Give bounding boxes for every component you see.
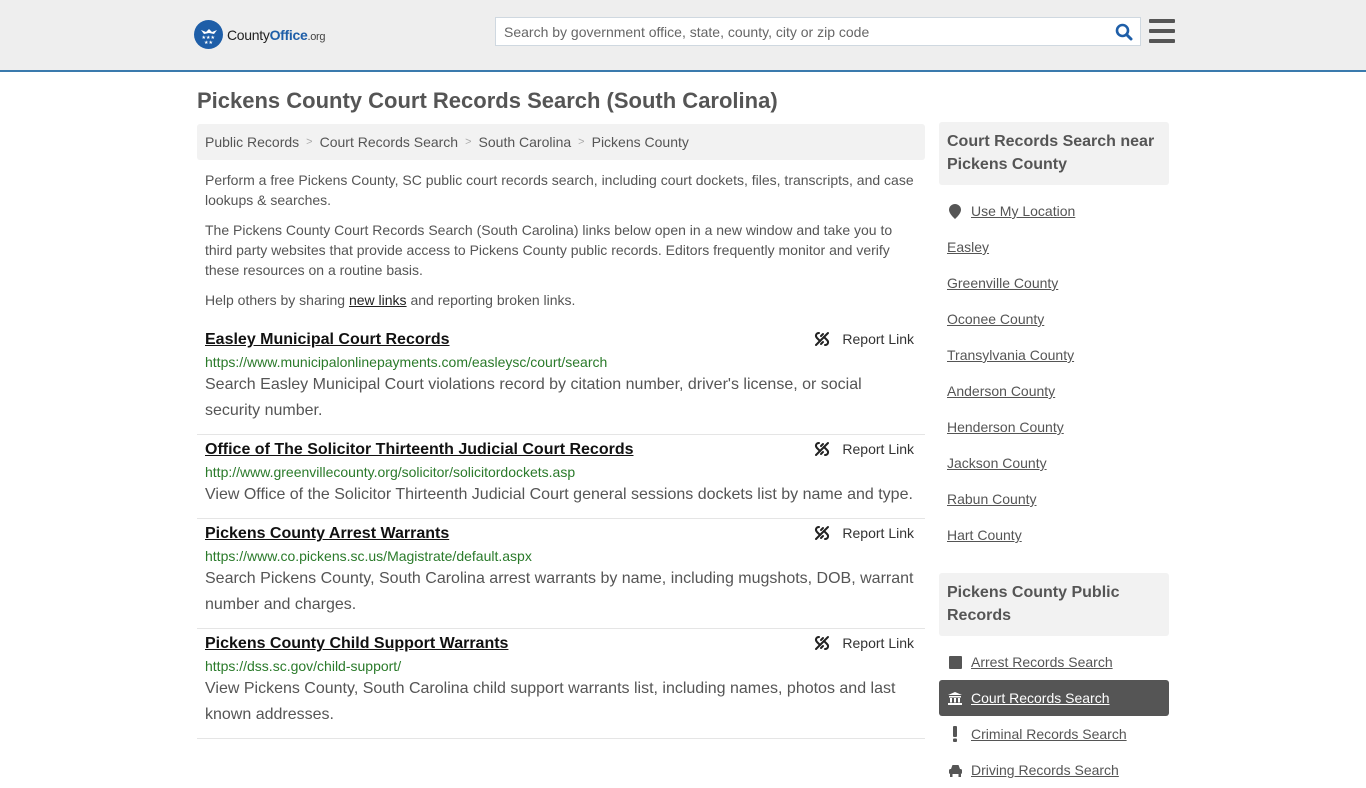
result-title-link[interactable]: Pickens County Arrest Warrants xyxy=(205,524,449,544)
result-title-link[interactable]: Office of The Solicitor Thirteenth Judic… xyxy=(205,440,634,460)
intro-text: Perform a free Pickens County, SC public… xyxy=(205,170,920,320)
logo-wordmark: CountyOffice.org xyxy=(227,26,326,43)
search-icon xyxy=(1115,23,1133,40)
broken-link-icon xyxy=(815,526,830,540)
nearby-link-oconee-county[interactable]: Oconee County xyxy=(947,311,1044,327)
report-link-button[interactable]: Report Link xyxy=(814,635,914,651)
broken-link-icon xyxy=(815,442,830,456)
nearby-link-anderson-county[interactable]: Anderson County xyxy=(947,383,1055,399)
result-item: Easley Municipal Court Records Report Li… xyxy=(197,325,925,435)
result-item: Pickens County Arrest Warrants Report Li… xyxy=(197,519,925,629)
nearby-link-hart-county[interactable]: Hart County xyxy=(947,527,1022,543)
report-link-button[interactable]: Report Link xyxy=(814,525,914,541)
nearby-item: Hart County xyxy=(939,517,1169,553)
eagle-logo-icon: ★★★ ★★ xyxy=(194,20,223,49)
breadcrumb-separator-icon: > xyxy=(578,136,585,148)
breadcrumb-court-records-search[interactable]: Court Records Search xyxy=(320,134,459,150)
nearby-link-greenville-county[interactable]: Greenville County xyxy=(947,275,1058,291)
nearby-item: Jackson County xyxy=(939,445,1169,481)
nearby-heading: Court Records Search near Pickens County xyxy=(939,122,1169,185)
intro-paragraph: Perform a free Pickens County, SC public… xyxy=(205,172,914,208)
car-icon xyxy=(947,764,963,777)
court-records-link[interactable]: Court Records Search xyxy=(971,690,1110,706)
search-bar xyxy=(495,17,1141,46)
square-icon xyxy=(947,655,963,669)
nearby-item: Henderson County xyxy=(939,409,1169,445)
breadcrumb-pickens-county[interactable]: Pickens County xyxy=(592,134,689,150)
broken-link-icon xyxy=(815,636,830,650)
public-records-item-active: Court Records Search xyxy=(939,680,1169,716)
search-button[interactable] xyxy=(1108,18,1140,45)
public-records-list: Arrest Records Search Court Records Sear… xyxy=(939,644,1169,788)
result-description: View Office of the Solicitor Thirteenth … xyxy=(205,486,913,503)
driving-records-link[interactable]: Driving Records Search xyxy=(971,762,1119,778)
result-url: http://www.greenvillecounty.org/solicito… xyxy=(205,464,576,480)
new-links-link[interactable]: new links xyxy=(349,292,407,308)
report-link-button[interactable]: Report Link xyxy=(814,331,914,347)
nearby-link-henderson-county[interactable]: Henderson County xyxy=(947,419,1064,435)
nearby-link-rabun-county[interactable]: Rabun County xyxy=(947,491,1037,507)
result-item: Office of The Solicitor Thirteenth Judic… xyxy=(197,435,925,519)
nearby-link-transylvania-county[interactable]: Transylvania County xyxy=(947,347,1074,363)
nearby-link-jackson-county[interactable]: Jackson County xyxy=(947,455,1047,471)
result-url: https://dss.sc.gov/child-support/ xyxy=(205,658,402,674)
result-url: https://www.municipalonlinepayments.com/… xyxy=(205,354,608,370)
page-title: Pickens County Court Records Search (Sou… xyxy=(197,88,778,113)
report-link-button[interactable]: Report Link xyxy=(814,441,914,457)
result-item: Pickens County Child Support Warrants Re… xyxy=(197,629,925,739)
public-records-item: Criminal Records Search xyxy=(939,716,1169,752)
breadcrumb-separator-icon: > xyxy=(306,136,313,148)
share-links-paragraph: Help others by sharing new links and rep… xyxy=(205,292,576,308)
site-logo[interactable]: ★★★ ★★ CountyOffice.org xyxy=(194,20,326,49)
hamburger-menu-icon[interactable] xyxy=(1149,19,1175,43)
exclamation-icon xyxy=(947,726,963,742)
breadcrumb-separator-icon: > xyxy=(465,136,472,148)
result-description: View Pickens County, South Carolina chil… xyxy=(205,680,896,723)
nearby-link-easley[interactable]: Easley xyxy=(947,239,989,255)
public-records-item: Arrest Records Search xyxy=(939,644,1169,680)
breadcrumb-south-carolina[interactable]: South Carolina xyxy=(479,134,572,150)
nearby-item: Oconee County xyxy=(939,301,1169,337)
sidebar: Court Records Search near Pickens County… xyxy=(939,122,1169,788)
nearby-list: Use My Location Easley Greenville County… xyxy=(939,193,1169,553)
intro-paragraph: The Pickens County Court Records Search … xyxy=(205,222,893,278)
result-description: Search Easley Municipal Court violations… xyxy=(205,376,862,419)
use-my-location-link[interactable]: Use My Location xyxy=(971,203,1075,219)
breadcrumb-public-records[interactable]: Public Records xyxy=(205,134,299,150)
nearby-item: Rabun County xyxy=(939,481,1169,517)
search-input[interactable] xyxy=(496,18,1108,45)
nearby-item: Easley xyxy=(939,229,1169,265)
site-header: ★★★ ★★ CountyOffice.org xyxy=(0,0,1366,72)
result-title-link[interactable]: Easley Municipal Court Records xyxy=(205,330,450,350)
arrest-records-link[interactable]: Arrest Records Search xyxy=(971,654,1113,670)
result-url: https://www.co.pickens.sc.us/Magistrate/… xyxy=(205,548,532,564)
criminal-records-link[interactable]: Criminal Records Search xyxy=(971,726,1127,742)
nearby-item: Greenville County xyxy=(939,265,1169,301)
nearby-item: Anderson County xyxy=(939,373,1169,409)
map-marker-icon xyxy=(947,203,963,219)
breadcrumb: Public Records > Court Records Search > … xyxy=(197,124,925,160)
courthouse-icon xyxy=(947,691,963,705)
broken-link-icon xyxy=(815,332,830,346)
results-list: Easley Municipal Court Records Report Li… xyxy=(197,325,925,739)
use-my-location-item: Use My Location xyxy=(939,193,1169,229)
public-records-item: Driving Records Search xyxy=(939,752,1169,788)
svg-text:★★: ★★ xyxy=(204,40,213,46)
result-title-link[interactable]: Pickens County Child Support Warrants xyxy=(205,634,508,654)
public-records-heading: Pickens County Public Records xyxy=(939,573,1169,636)
nearby-item: Transylvania County xyxy=(939,337,1169,373)
result-description: Search Pickens County, South Carolina ar… xyxy=(205,570,914,613)
